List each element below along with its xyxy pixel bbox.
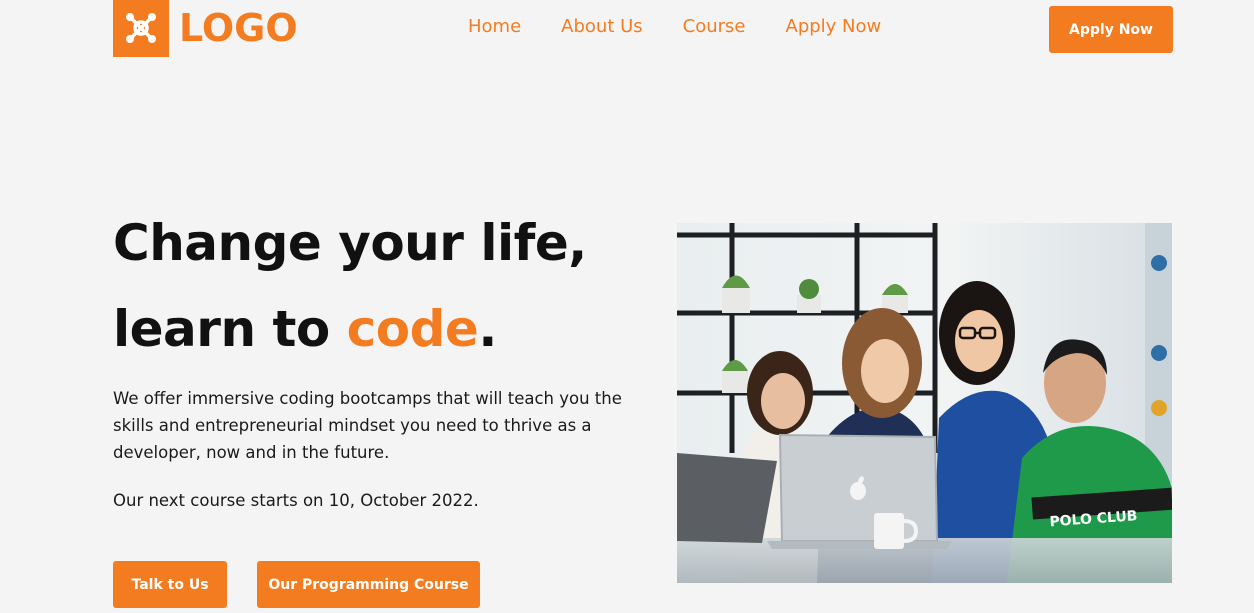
hero-title: Change your life, learn to code. <box>113 200 587 372</box>
nav-about-link[interactable]: About Us <box>561 16 643 38</box>
nav-course-link[interactable]: Course <box>683 16 746 38</box>
main-nav: Home About Us Course Apply Now <box>468 16 881 38</box>
molecule-logo-icon <box>113 0 169 57</box>
nav-apply-link[interactable]: Apply Now <box>786 16 882 38</box>
logo-text: LOGO <box>179 6 298 50</box>
talk-to-us-button[interactable]: Talk to Us <box>113 561 227 608</box>
hero-description: We offer immersive coding bootcamps that… <box>113 389 622 462</box>
course-start-date: Our next course starts on 10, October 20… <box>113 491 479 510</box>
hero-title-accent: code <box>346 300 479 358</box>
apply-now-button[interactable]: Apply Now <box>1049 6 1173 53</box>
hero-title-line2-suffix: . <box>478 300 497 358</box>
programming-course-button[interactable]: Our Programming Course <box>257 561 480 608</box>
hero-title-line1: Change your life, <box>113 214 587 272</box>
page: LOGO Home About Us Course Apply Now Appl… <box>0 0 1254 613</box>
nav-home-link[interactable]: Home <box>468 16 521 38</box>
hero-photo: POLO CLUB <box>677 223 1172 583</box>
hero-title-line2-prefix: learn to <box>113 300 347 358</box>
logo[interactable]: LOGO <box>113 0 298 57</box>
